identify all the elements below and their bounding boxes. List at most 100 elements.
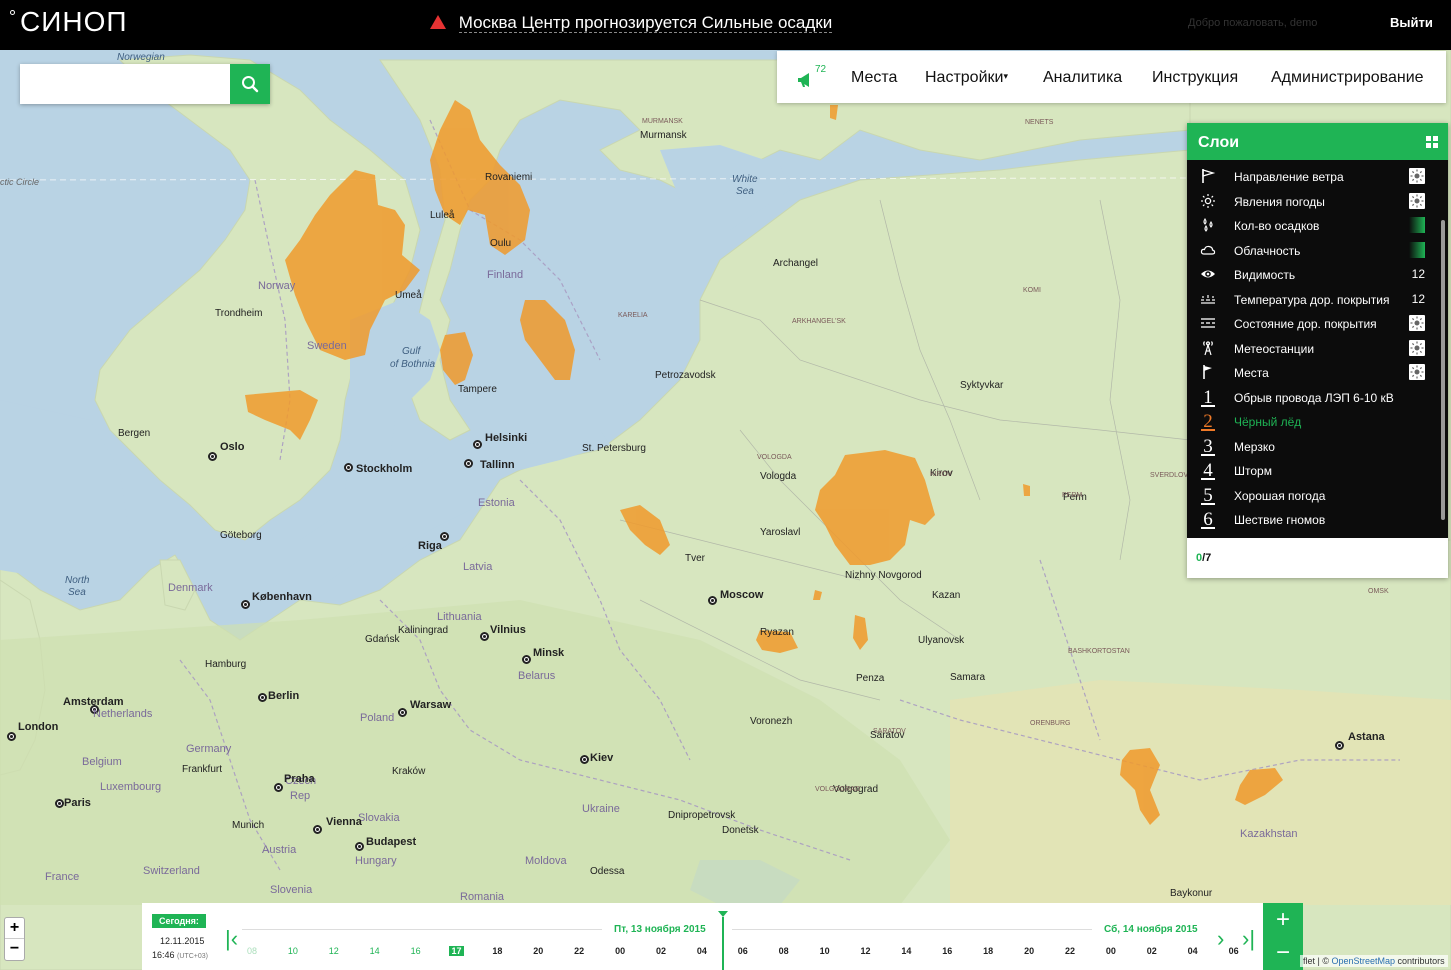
search-input[interactable] xyxy=(20,64,230,104)
city-label: Donetsk xyxy=(722,825,759,836)
layer-value[interactable]: 12 xyxy=(1409,291,1425,307)
timeline-hour[interactable]: 14 xyxy=(894,946,918,956)
app-logo[interactable]: СИНОП xyxy=(10,6,127,38)
notifications-button[interactable]: 72 xyxy=(797,64,829,90)
timeline-start-icon[interactable]: |‹ xyxy=(225,928,238,950)
timeline-hour[interactable]: 12 xyxy=(854,946,878,956)
layer-item[interactable]: 3 Мерзко xyxy=(1187,435,1437,459)
capital-label: Vienna xyxy=(326,816,362,828)
region-label: SARATOV xyxy=(873,728,906,735)
layers-header[interactable]: Слои xyxy=(1187,123,1448,160)
timeline-hour[interactable]: 16 xyxy=(935,946,959,956)
timeline-hour-label: 17 xyxy=(449,946,464,956)
search-button[interactable] xyxy=(230,64,270,104)
zoom-out-button[interactable]: − xyxy=(5,939,24,960)
layer-item[interactable]: Явления погоды xyxy=(1187,190,1437,214)
layers-scrollbar[interactable] xyxy=(1441,220,1445,520)
nav-item-administration[interactable]: Администрирование xyxy=(1271,69,1424,87)
sea-label: Norwegian xyxy=(117,52,165,63)
logo-text: СИНОП xyxy=(20,6,128,37)
chevron-right-icon[interactable]: › xyxy=(1217,928,1224,950)
layer-item[interactable]: 1 Обрыв провода ЛЭП 6-10 кВ xyxy=(1187,386,1437,410)
layer-value[interactable]: 12 xyxy=(1409,266,1425,282)
layer-settings-button[interactable] xyxy=(1409,192,1425,209)
capital-label: Praha xyxy=(284,773,315,785)
layer-item[interactable]: 5 Хорошая погода xyxy=(1187,484,1437,508)
layer-item[interactable]: Кол-во осадков xyxy=(1187,214,1437,238)
layer-item[interactable]: 4 Шторм xyxy=(1187,459,1437,483)
layer-label: Места xyxy=(1234,366,1269,380)
capital-dot xyxy=(355,842,364,851)
layer-settings-button[interactable] xyxy=(1409,315,1425,331)
timeline-hour[interactable]: 08 xyxy=(772,946,796,956)
timeline-day-label: Пт, 13 ноября 2015 xyxy=(614,924,706,935)
layer-settings-button[interactable] xyxy=(1409,168,1425,184)
layer-settings-button[interactable] xyxy=(1409,339,1425,356)
timeline-hour[interactable]: 02 xyxy=(649,946,673,956)
layer-item[interactable]: Места xyxy=(1187,361,1437,385)
timeline-hour-label: 08 xyxy=(246,946,257,956)
leaflet-link[interactable]: flet xyxy=(1303,956,1315,966)
layer-label: Метеостанции xyxy=(1234,341,1315,356)
capital-label: Minsk xyxy=(533,647,565,659)
zoom-in-button[interactable]: + xyxy=(5,918,24,939)
layer-legend-gradient[interactable] xyxy=(1409,241,1425,258)
timeline-hour[interactable]: 06 xyxy=(731,946,755,956)
layer-settings-button[interactable] xyxy=(1409,364,1425,380)
grid-icon[interactable] xyxy=(1426,136,1438,148)
layer-label: Шторм xyxy=(1234,464,1272,478)
timeline-hour[interactable]: 20 xyxy=(1017,946,1041,956)
timeline-hour[interactable]: 18 xyxy=(485,946,509,956)
logout-button[interactable]: Выйти xyxy=(1390,15,1433,30)
layer-item[interactable]: Направление ветра xyxy=(1187,165,1437,189)
nav-item-analytics[interactable]: Аналитика xyxy=(1043,69,1122,87)
number-5-icon: 5 xyxy=(1201,486,1215,505)
timeline-hour[interactable]: 00 xyxy=(1099,946,1123,956)
timeline-hour[interactable]: 04 xyxy=(690,946,714,956)
city-label: Murmansk xyxy=(640,130,687,141)
weather-alert[interactable]: Москва Центр прогнозируется Сильные осад… xyxy=(430,13,833,33)
timeline-hour[interactable]: 12 xyxy=(322,946,346,956)
layer-item[interactable]: Температура дор. покрытия 12 xyxy=(1187,288,1437,312)
country-label: Estonia xyxy=(478,497,515,509)
layer-item[interactable]: 2 Чёрный лёд xyxy=(1187,410,1437,434)
timeline-hour[interactable]: 17 xyxy=(445,946,469,956)
layer-item[interactable]: 6 Шествие гномов xyxy=(1187,508,1437,532)
timeline-hour[interactable]: 14 xyxy=(363,946,387,956)
timeline-hour[interactable]: 18 xyxy=(976,946,1000,956)
layer-item[interactable]: Метеостанции xyxy=(1187,337,1437,361)
timeline-hour[interactable]: 22 xyxy=(567,946,591,956)
country-label: Kazakhstan xyxy=(1240,828,1298,840)
nav-item-instructions[interactable]: Инструкция xyxy=(1152,69,1238,87)
nav-item-places[interactable]: Места xyxy=(851,69,897,87)
layer-item[interactable]: Облачность xyxy=(1187,239,1437,263)
capital-dot xyxy=(522,655,531,664)
layer-label: Хорошая погода xyxy=(1234,488,1326,503)
timeline-hour[interactable]: 04 xyxy=(1181,946,1205,956)
country-label: Slovakia xyxy=(358,812,400,824)
capital-label: Riga xyxy=(418,540,442,552)
layer-legend-gradient[interactable] xyxy=(1409,217,1425,233)
timeline-hour[interactable]: 02 xyxy=(1140,946,1164,956)
timeline-cursor[interactable] xyxy=(718,911,728,970)
timeline-zoom-in-button[interactable]: + xyxy=(1263,903,1303,936)
country-label: Germany xyxy=(186,743,232,755)
city-label: Voronezh xyxy=(750,716,793,727)
layer-item[interactable]: Состояние дор. покрытия xyxy=(1187,312,1437,336)
layer-item[interactable]: Видимость 12 xyxy=(1187,263,1437,287)
timeline-hour[interactable]: 16 xyxy=(404,946,428,956)
osm-link[interactable]: OpenStreetMap xyxy=(1332,956,1396,966)
timeline-hour[interactable]: 20 xyxy=(526,946,550,956)
timeline-hour-label: 12 xyxy=(328,946,339,956)
nav-item-settings[interactable]: Настройки▾ xyxy=(925,69,1008,87)
timeline-hour[interactable]: 22 xyxy=(1058,946,1082,956)
timeline-end-icon[interactable]: ›| xyxy=(1242,928,1255,950)
today-button[interactable]: Сегодня: xyxy=(152,914,206,928)
timeline-hour-label: 22 xyxy=(1064,946,1075,956)
capital-dot xyxy=(274,783,283,792)
timeline-zoom-out-button[interactable]: − xyxy=(1263,936,1303,969)
timeline-hour[interactable]: 10 xyxy=(281,946,305,956)
timeline-hour[interactable]: 10 xyxy=(813,946,837,956)
timeline-hour[interactable]: 00 xyxy=(608,946,632,956)
timeline-hour[interactable]: 08 xyxy=(240,946,264,956)
